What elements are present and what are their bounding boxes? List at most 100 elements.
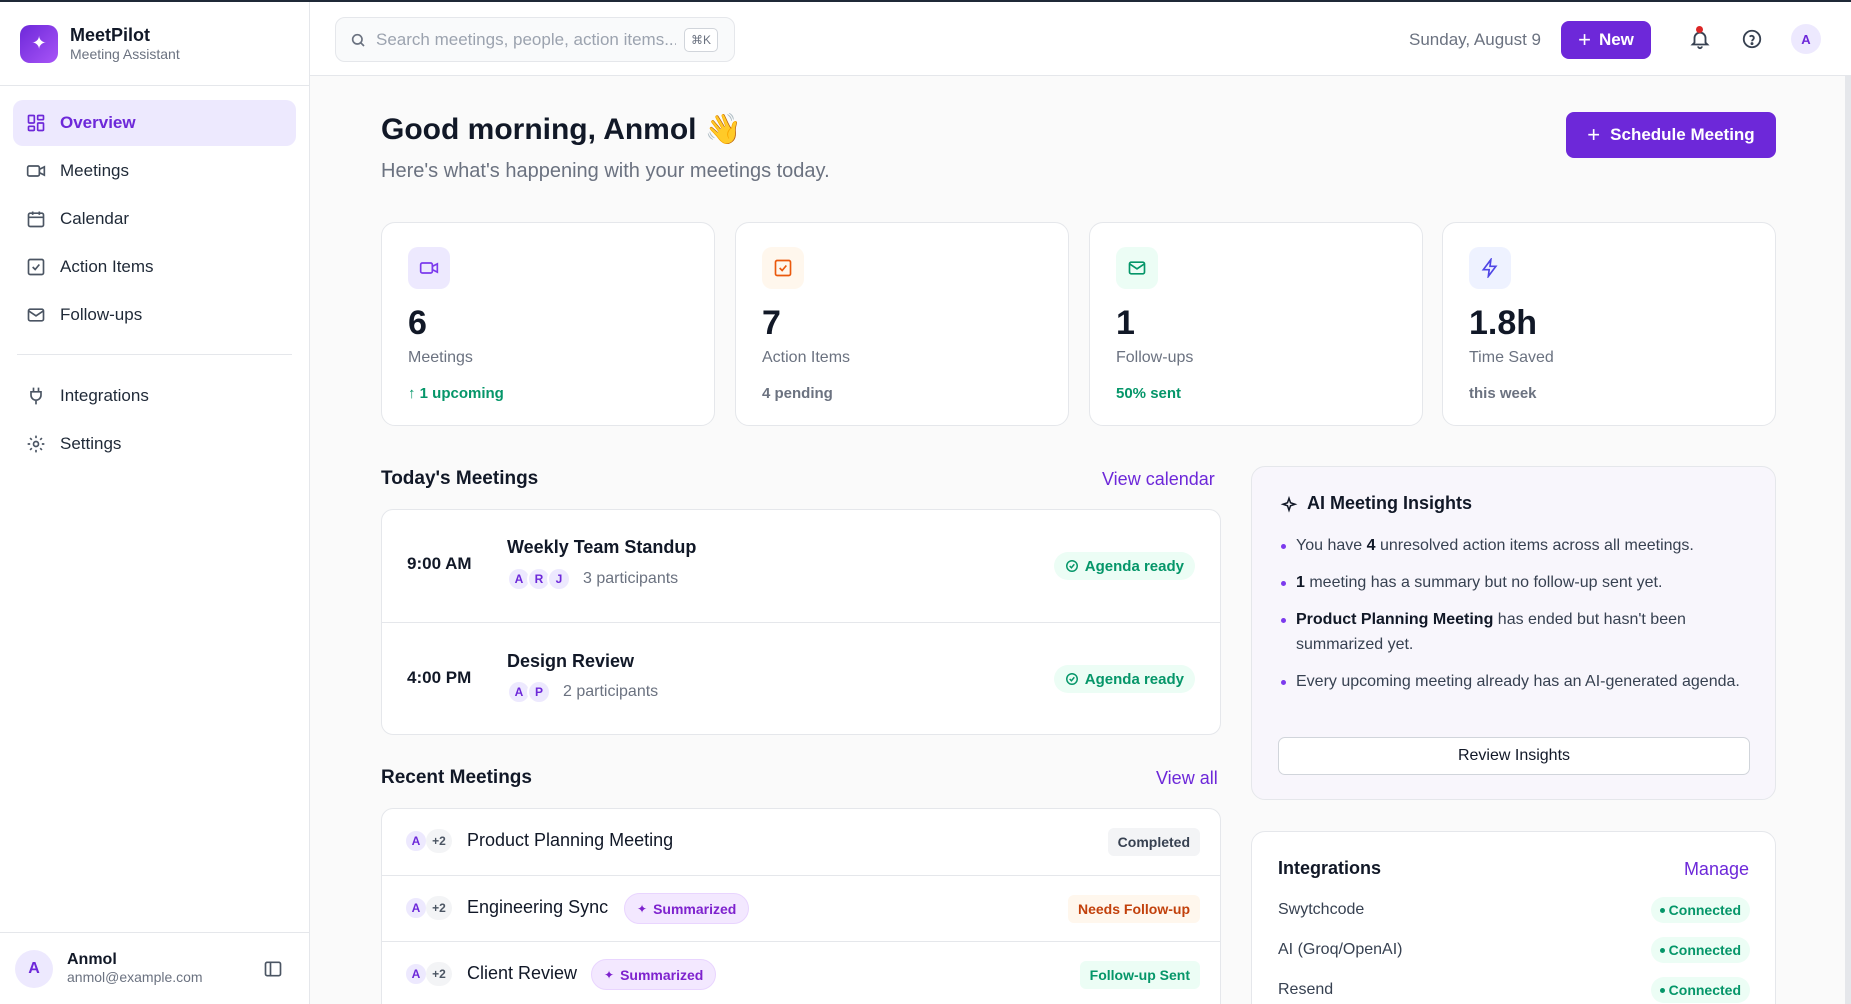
integration-name: AI (Groq/OpenAI) — [1278, 941, 1403, 958]
summarized-tag: ✦ Summarized — [591, 959, 717, 990]
help-icon[interactable] — [1741, 28, 1763, 50]
stat-card-time-saved[interactable]: 1.8h Time Saved this week — [1442, 222, 1776, 426]
avatar: P — [527, 680, 551, 704]
search-input[interactable] — [376, 29, 676, 50]
meeting-title: Product Planning Meeting — [467, 830, 674, 850]
status-badge: Connected — [1650, 897, 1750, 923]
participant-count: 2 participants — [563, 683, 659, 700]
avatar: A — [404, 962, 428, 986]
calendar-icon — [27, 211, 45, 228]
table-row[interactable]: A +2 Product Planning Meeting Completed — [382, 809, 1220, 875]
recent-meetings-card: A +2 Product Planning Meeting Completed … — [381, 808, 1221, 1004]
plug-icon — [30, 387, 42, 405]
plus-icon: + — [1578, 27, 1591, 52]
integration-name: Swytchcode — [1278, 901, 1365, 918]
current-date: Sunday, August 9 — [1409, 30, 1542, 49]
user-name: Anmol — [67, 951, 117, 968]
search-icon — [351, 33, 365, 47]
stat-footnote: 50% sent — [1116, 385, 1182, 402]
sidebar-item-label: Integrations — [60, 386, 149, 405]
sidebar-item-integrations[interactable]: Integrations — [13, 373, 296, 419]
sidebar-nav: Overview Meetings Calendar Action Items … — [0, 86, 309, 467]
check-square-icon — [762, 247, 804, 289]
tag-label: Summarized — [620, 966, 704, 983]
integration-name: Resend — [1278, 981, 1334, 998]
participant-count: 3 participants — [583, 570, 679, 587]
view-all-link[interactable]: View all — [1156, 768, 1218, 789]
more-participants: +2 — [426, 962, 452, 986]
stat-card-action-items[interactable]: 7 Action Items 4 pending — [735, 222, 1069, 426]
scrollbar[interactable] — [1845, 76, 1851, 1004]
sidebar-item-action-items[interactable]: Action Items — [13, 244, 296, 290]
participant-avatars: A R J 3 participants — [507, 567, 678, 591]
status-badge: Agenda ready — [1053, 665, 1195, 693]
brand-subtitle: Meeting Assistant — [70, 45, 180, 62]
insight-highlight: 1 — [1296, 574, 1305, 591]
list-item: 1 meeting has a summary but no follow-up… — [1278, 570, 1758, 595]
sidebar-collapse-icon[interactable] — [263, 959, 283, 979]
schedule-meeting-label: Schedule Meeting — [1610, 125, 1755, 144]
review-insights-button[interactable]: Review Insights — [1278, 737, 1750, 775]
stat-card-follow-ups[interactable]: 1 Follow-ups 50% sent — [1089, 222, 1423, 426]
participant-avatars: A +2 — [404, 829, 452, 853]
sidebar-divider — [17, 354, 292, 355]
table-row[interactable]: A +2 Client Review ✦ Summarized Follow-u… — [382, 941, 1220, 1004]
sidebar-item-meetings[interactable]: Meetings — [13, 148, 296, 194]
stat-label: Time Saved — [1469, 349, 1554, 366]
stat-footnote: ↑ 1 upcoming — [408, 385, 504, 402]
summarized-tag: ✦ Summarized — [624, 893, 750, 924]
stat-card-meetings[interactable]: 6 Meetings ↑ 1 upcoming — [381, 222, 715, 426]
sidebar-item-label: Action Items — [60, 257, 154, 276]
notification-dot — [1696, 26, 1703, 33]
sparkle-icon: ✦ — [637, 901, 648, 916]
check-square-icon — [27, 258, 45, 276]
sidebar-item-overview[interactable]: Overview — [13, 100, 296, 146]
insight-text: unresolved action items across all meeti… — [1375, 537, 1694, 554]
schedule-meeting-button[interactable]: + Schedule Meeting — [1566, 112, 1776, 158]
insight-text: meeting has a summary but no follow-up s… — [1304, 574, 1663, 591]
manage-link[interactable]: Manage — [1684, 859, 1749, 880]
list-item[interactable]: AI (Groq/OpenAI) Connected — [1278, 937, 1750, 965]
sidebar-item-follow-ups[interactable]: Follow-ups — [13, 292, 296, 338]
top-header: ⌘K Sunday, August 9 + New A — [310, 2, 1851, 76]
integrations-panel: Integrations Manage Swytchcode Connected… — [1251, 831, 1776, 1004]
status-badge: Agenda ready — [1053, 552, 1195, 580]
status-badge: Connected — [1650, 937, 1750, 963]
ai-insights-panel: AI Meeting Insights You have 4 unresolve… — [1251, 466, 1776, 800]
sidebar-item-label: Calendar — [60, 209, 129, 228]
page-title: Good morning, Anmol 👋 — [381, 113, 743, 146]
sidebar-item-label: Settings — [60, 434, 122, 453]
list-item[interactable]: Resend Connected — [1278, 977, 1750, 1004]
shortcut-hint: ⌘K — [683, 28, 718, 52]
sidebar-item-label: Overview — [60, 113, 136, 132]
sparkle-icon — [1280, 496, 1298, 513]
sidebar-item-label: Follow-ups — [60, 305, 143, 324]
stat-label: Meetings — [408, 349, 473, 366]
new-button[interactable]: + New — [1561, 21, 1651, 59]
table-row[interactable]: A +2 Engineering Sync ✦ Summarized Needs… — [382, 875, 1220, 941]
sidebar-item-settings[interactable]: Settings — [13, 421, 296, 467]
avatar[interactable]: A — [1791, 24, 1821, 54]
avatar: A — [404, 896, 428, 920]
insight-text: Every upcoming meeting already has an AI… — [1296, 673, 1740, 690]
insight-text: You have — [1296, 537, 1367, 554]
mail-icon — [1116, 247, 1158, 289]
insight-highlight: Product Planning Meeting — [1296, 611, 1494, 628]
search-box[interactable]: ⌘K — [335, 17, 735, 62]
insight-highlight: 4 — [1366, 537, 1376, 554]
sparkle-icon: ✦ — [604, 967, 615, 982]
zap-icon — [1469, 247, 1511, 289]
brand[interactable]: ✦ MeetPilot Meeting Assistant — [0, 2, 309, 86]
mail-icon — [27, 308, 45, 322]
new-button-label: New — [1598, 30, 1634, 49]
sidebar-item-calendar[interactable]: Calendar — [13, 196, 296, 242]
sidebar: ✦ MeetPilot Meeting Assistant Overview M… — [0, 2, 310, 1004]
more-participants: +2 — [426, 829, 452, 853]
list-item[interactable]: 9:00 AM Weekly Team Standup A R J 3 part… — [382, 510, 1220, 622]
list-item[interactable]: Swytchcode Connected — [1278, 897, 1750, 925]
user-profile[interactable]: A Anmol anmol@example.com — [0, 932, 309, 1004]
stat-value: 1 — [1116, 304, 1135, 342]
list-item[interactable]: 4:00 PM Design Review A P 2 participants… — [382, 622, 1220, 734]
view-calendar-link[interactable]: View calendar — [1102, 469, 1215, 490]
list-item: Every upcoming meeting already has an AI… — [1278, 669, 1758, 694]
